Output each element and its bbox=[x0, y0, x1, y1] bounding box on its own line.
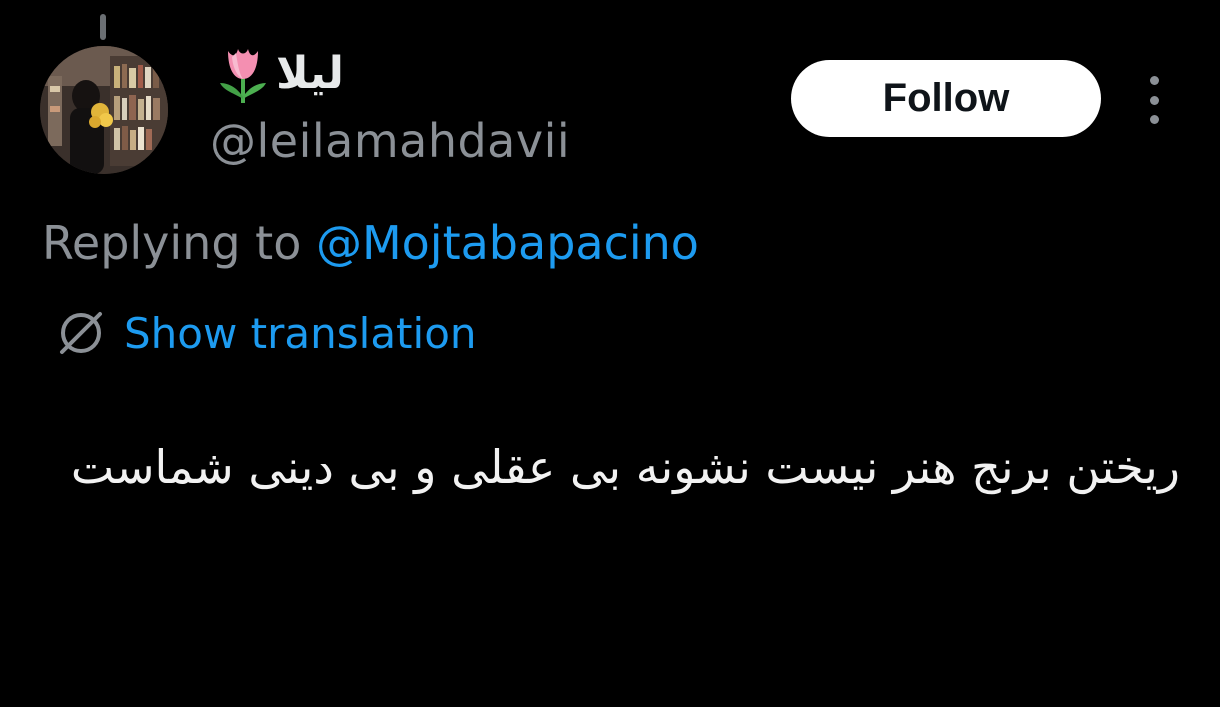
more-options-icon[interactable] bbox=[1138, 76, 1170, 124]
tweet-body-text: ریختن برنج هنر نیست نشونه بی عقلی و بی د… bbox=[70, 440, 1180, 494]
more-dot bbox=[1149, 76, 1159, 85]
reply-mention-link[interactable]: @Mojtabapacino bbox=[316, 216, 699, 270]
author-name-row[interactable]: ليلا bbox=[218, 42, 344, 106]
avatar-image bbox=[40, 46, 168, 174]
translate-globe-icon bbox=[56, 308, 106, 358]
replying-to-line: Replying to @Mojtabapacino bbox=[42, 216, 699, 271]
more-dot bbox=[1149, 95, 1159, 105]
show-translation-label[interactable]: Show translation bbox=[124, 309, 477, 358]
replying-to-label: Replying to bbox=[42, 216, 302, 270]
more-dot bbox=[1149, 115, 1159, 124]
thread-connector-line bbox=[100, 14, 106, 40]
author-display-name[interactable]: ليلا bbox=[276, 52, 344, 96]
tulip-icon bbox=[218, 43, 268, 105]
author-handle[interactable]: @leilamahdavii bbox=[210, 118, 570, 164]
avatar[interactable] bbox=[40, 46, 168, 174]
follow-button[interactable]: Follow bbox=[791, 60, 1101, 137]
show-translation-link[interactable]: Show translation bbox=[56, 305, 477, 361]
